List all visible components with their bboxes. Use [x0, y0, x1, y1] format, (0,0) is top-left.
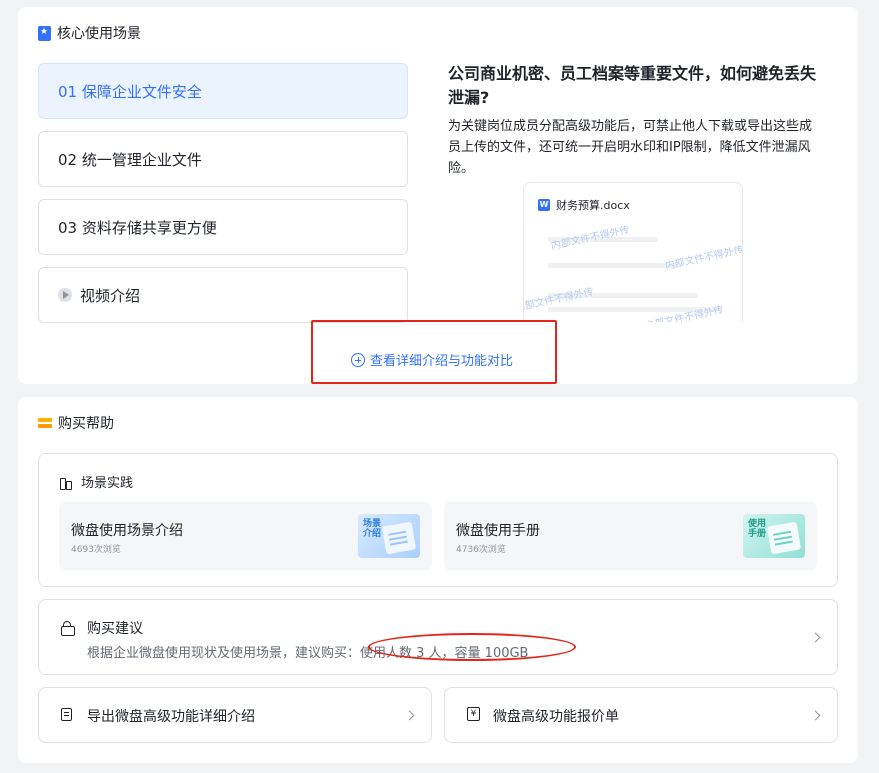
preview-text-line: [548, 263, 678, 268]
bar-chart-icon: [59, 476, 73, 490]
scenario-practice-title: 场景实践: [81, 476, 134, 491]
scenario-tab-storage-sharing[interactable]: 03 资料存储共享更方便: [38, 199, 408, 255]
scenario-detail-description: 为关键岗位成员分配高级功能后，可禁止他人下载或导出这些成员上传的文件，还可统一开…: [448, 119, 813, 176]
purchase-help-title: 购买帮助: [58, 416, 114, 432]
export-details-button[interactable]: 导出微盘高级功能详细介绍: [38, 687, 432, 743]
yen-icon: ¥: [467, 707, 480, 721]
purchase-advice-title: 购买建议: [87, 621, 143, 637]
core-scenarios-header: 核心使用场景: [38, 23, 141, 43]
user-manual-tile[interactable]: 微盘使用手册 4736次浏览 使用手册: [444, 502, 817, 570]
scenario-tab-label: 03 资料存储共享更方便: [58, 218, 217, 237]
scenario-practice-panel: 场景实践 微盘使用场景介绍 4693次浏览 场景介绍 微盘使用手册 4736次浏…: [38, 453, 838, 587]
plus-circle-icon: [351, 352, 365, 367]
scenario-intro-tile[interactable]: 微盘使用场景介绍 4693次浏览 场景介绍: [59, 502, 432, 570]
watermark-text: 内部文件不得外传: [664, 244, 743, 273]
core-scenarios-card: 核心使用场景 01 保障企业文件安全 02 统一管理企业文件 03 资料存储共享…: [18, 7, 858, 384]
scenario-intro-thumbnail: 场景介绍: [358, 514, 420, 558]
purchase-help-header: 购买帮助: [38, 413, 114, 433]
scenario-tab-label: 02 统一管理企业文件: [58, 150, 202, 169]
purchase-help-card: 购买帮助 场景实践 微盘使用场景介绍 4693次浏览 场景介绍 微盘使用手册 4…: [18, 397, 858, 763]
tile-title: 微盘使用手册: [456, 523, 540, 539]
annotation-ellipse: [368, 633, 576, 661]
document-icon: [61, 708, 72, 721]
bookmark-icon: [38, 25, 51, 41]
scenario-tab-file-security[interactable]: 01 保障企业文件安全: [38, 63, 408, 119]
user-manual-thumbnail: 使用手册: [743, 514, 805, 558]
chevron-right-icon: [810, 632, 821, 643]
play-icon: [58, 288, 72, 302]
word-file-icon: W: [538, 199, 550, 211]
price-list-button[interactable]: ¥ 微盘高级功能报价单: [444, 687, 838, 743]
tile-view-count: 4693次浏览: [71, 545, 121, 555]
thumbnail-badge: 场景介绍: [363, 519, 382, 539]
chevron-right-icon: [810, 710, 821, 721]
export-details-label: 导出微盘高级功能详细介绍: [87, 709, 255, 725]
document-preview-illustration: W 财务预算.docx 内部文件不得外传 内部文件不得外传 内部文件不得外传 内…: [523, 182, 743, 322]
preview-file-name: W 财务预算.docx: [538, 197, 630, 213]
scenario-detail-title: 公司商业机密、员工档案等重要文件，如何避免丢失泄漏?: [448, 64, 817, 107]
view-details-label: 查看详细介绍与功能对比: [370, 354, 514, 369]
core-scenarios-title: 核心使用场景: [57, 26, 141, 42]
preview-file-label: 财务预算.docx: [556, 199, 630, 212]
video-intro-tab[interactable]: 视频介绍: [38, 267, 408, 323]
thumbnail-badge: 使用手册: [748, 519, 767, 539]
scenario-tab-label: 01 保障企业文件安全: [58, 82, 202, 101]
purchase-icon: [38, 417, 52, 429]
price-list-label: 微盘高级功能报价单: [493, 709, 619, 725]
document-icon: [766, 521, 802, 555]
view-details-link[interactable]: 查看详细介绍与功能对比: [351, 350, 513, 369]
document-icon: [381, 521, 417, 555]
tile-title: 微盘使用场景介绍: [71, 523, 183, 539]
bag-icon: [61, 621, 75, 636]
tile-view-count: 4736次浏览: [456, 545, 506, 555]
chevron-right-icon: [404, 710, 415, 721]
scenario-tab-file-management[interactable]: 02 统一管理企业文件: [38, 131, 408, 187]
scenario-practice-header: 场景实践: [59, 472, 133, 491]
watermark-text: 内部文件不得外传: [550, 224, 631, 253]
video-intro-label: 视频介绍: [80, 286, 141, 305]
